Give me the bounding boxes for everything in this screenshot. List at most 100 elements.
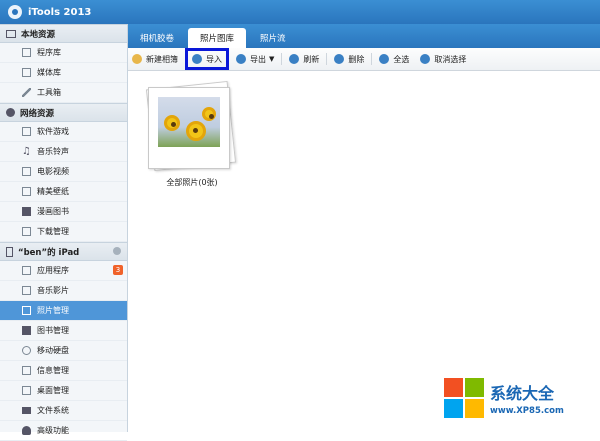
windows-logo-icon (444, 378, 484, 418)
sidebar-item-toolbox[interactable]: 工具箱 (0, 83, 127, 103)
photo-library-content: 全部照片(0张) 系统大全 www.XP85.com (128, 71, 600, 432)
book-icon (22, 326, 31, 335)
update-count-badge: 3 (113, 265, 123, 275)
toolbar-divider (326, 53, 328, 65)
film-icon (22, 167, 31, 176)
sidebar-item-wallpapers[interactable]: 精美壁纸 (0, 182, 127, 202)
sidebar-item-label: 精美壁纸 (37, 187, 69, 196)
sidebar-item-label: 电影视频 (37, 167, 69, 176)
toolbar: 新建相簿 导入 导出 ▼ 刷新 删除 全选 取消选择 (128, 48, 600, 71)
title-bar: iTools 2013 (0, 0, 600, 24)
disk-icon (22, 346, 31, 355)
sunflower-icon (186, 121, 206, 141)
delete-icon (334, 54, 345, 64)
deselect-button[interactable]: 取消选择 (416, 50, 470, 68)
export-icon (236, 54, 246, 64)
plus-icon (132, 54, 142, 64)
sidebar-item-movies-videos[interactable]: 电影视频 (0, 162, 127, 182)
sidebar: 本地资源 程序库 媒体库 工具箱 网络资源 软件游戏 ♫ 音乐铃声 电影视频 精… (0, 24, 128, 441)
sidebar-item-music-movies[interactable]: 音乐影片 (0, 281, 127, 301)
refresh-label: 刷新 (303, 54, 320, 64)
sidebar-item-label: 桌面管理 (37, 386, 69, 395)
site-watermark: 系统大全 www.XP85.com (440, 374, 596, 426)
ipad-icon (6, 246, 13, 257)
tab-photo-library[interactable]: 照片图库 (188, 28, 247, 48)
sidebar-section-device[interactable]: “ben”的 iPad (0, 242, 127, 261)
sidebar-item-advanced[interactable]: 高级功能 (0, 421, 127, 441)
sidebar-item-app-library[interactable]: 程序库 (0, 43, 127, 63)
deselect-label: 取消选择 (434, 54, 467, 64)
delete-button[interactable]: 删除 (330, 50, 368, 68)
wallpaper-icon (22, 187, 31, 196)
sidebar-item-label: 音乐铃声 (37, 147, 69, 156)
apps-grid-icon (22, 266, 31, 275)
sidebar-section-local[interactable]: 本地资源 (0, 24, 127, 43)
apps-icon (22, 127, 31, 136)
app-library-icon (22, 48, 31, 57)
sidebar-item-label: 漫画图书 (37, 207, 69, 216)
message-icon (22, 366, 31, 375)
music-note-icon: ♫ (22, 146, 31, 157)
sidebar-item-comics-books[interactable]: 漫画图书 (0, 202, 127, 222)
folder-icon (22, 407, 31, 414)
sidebar-item-info-management[interactable]: 信息管理 (0, 361, 127, 381)
monitor-icon (6, 29, 16, 38)
sidebar-item-media-library[interactable]: 媒体库 (0, 63, 127, 83)
section-title: 网络资源 (20, 108, 55, 119)
chevron-down-icon: ▼ (269, 55, 275, 63)
eject-icon[interactable] (113, 247, 121, 255)
select-all-button[interactable]: 全选 (375, 50, 413, 68)
tab-photo-stream[interactable]: 照片流 (248, 28, 298, 48)
refresh-button[interactable]: 刷新 (285, 50, 323, 68)
media-icon (22, 286, 31, 295)
delete-label: 删除 (348, 54, 365, 64)
sidebar-item-applications[interactable]: 应用程序 3 (0, 261, 127, 281)
tab-camera-roll[interactable]: 相机胶卷 (128, 28, 186, 48)
sidebar-item-label: 照片管理 (37, 306, 69, 315)
export-button[interactable]: 导出 ▼ (232, 50, 278, 68)
import-button[interactable]: 导入 (185, 48, 229, 70)
sidebar-item-desktop-management[interactable]: 桌面管理 (0, 381, 127, 401)
import-icon (192, 54, 202, 64)
new-album-label: 新建相簿 (146, 54, 178, 64)
select-all-label: 全选 (393, 54, 410, 64)
download-icon (22, 227, 31, 236)
media-library-icon (22, 68, 31, 77)
sidebar-section-network[interactable]: 网络资源 (0, 103, 127, 122)
book-icon (22, 207, 31, 216)
sidebar-item-mobile-disk[interactable]: 移动硬盘 (0, 341, 127, 361)
section-title: 本地资源 (21, 29, 56, 40)
sidebar-item-music-ringtones[interactable]: ♫ 音乐铃声 (0, 142, 127, 162)
sidebar-item-label: 软件游戏 (37, 127, 69, 136)
sidebar-item-software-games[interactable]: 软件游戏 (0, 122, 127, 142)
sidebar-item-file-system[interactable]: 文件系统 (0, 401, 127, 421)
export-label: 导出 (250, 54, 266, 64)
sidebar-item-label: 工具箱 (37, 88, 61, 97)
album-label: 全部照片(0张) (166, 178, 218, 187)
sidebar-item-photo-management[interactable]: 照片管理 (0, 301, 127, 321)
section-title: “ben”的 iPad (18, 247, 80, 258)
select-all-icon (379, 54, 390, 64)
deselect-icon (420, 54, 431, 64)
import-label: 导入 (206, 54, 222, 64)
refresh-icon (289, 54, 300, 64)
toolbar-divider (281, 53, 283, 65)
toolbar-divider (371, 53, 373, 65)
app-title: iTools 2013 (28, 6, 92, 18)
sidebar-item-label: 移动硬盘 (37, 346, 69, 355)
sunflower-photo-thumbnail (158, 97, 220, 147)
sidebar-item-label: 高级功能 (37, 426, 69, 435)
globe-icon (6, 108, 15, 117)
sidebar-item-book-management[interactable]: 图书管理 (0, 321, 127, 341)
itools-logo-icon (8, 5, 22, 19)
sidebar-item-label: 媒体库 (37, 68, 61, 77)
sidebar-item-downloads[interactable]: 下载管理 (0, 222, 127, 242)
sunflower-icon (164, 115, 180, 131)
sidebar-item-label: 音乐影片 (37, 286, 69, 295)
advanced-icon (22, 426, 31, 435)
album-cover (148, 87, 230, 169)
sidebar-item-label: 程序库 (37, 48, 61, 57)
sidebar-item-label: 应用程序 (37, 266, 69, 275)
wrench-icon (22, 88, 31, 97)
new-album-button[interactable]: 新建相簿 (128, 50, 182, 68)
